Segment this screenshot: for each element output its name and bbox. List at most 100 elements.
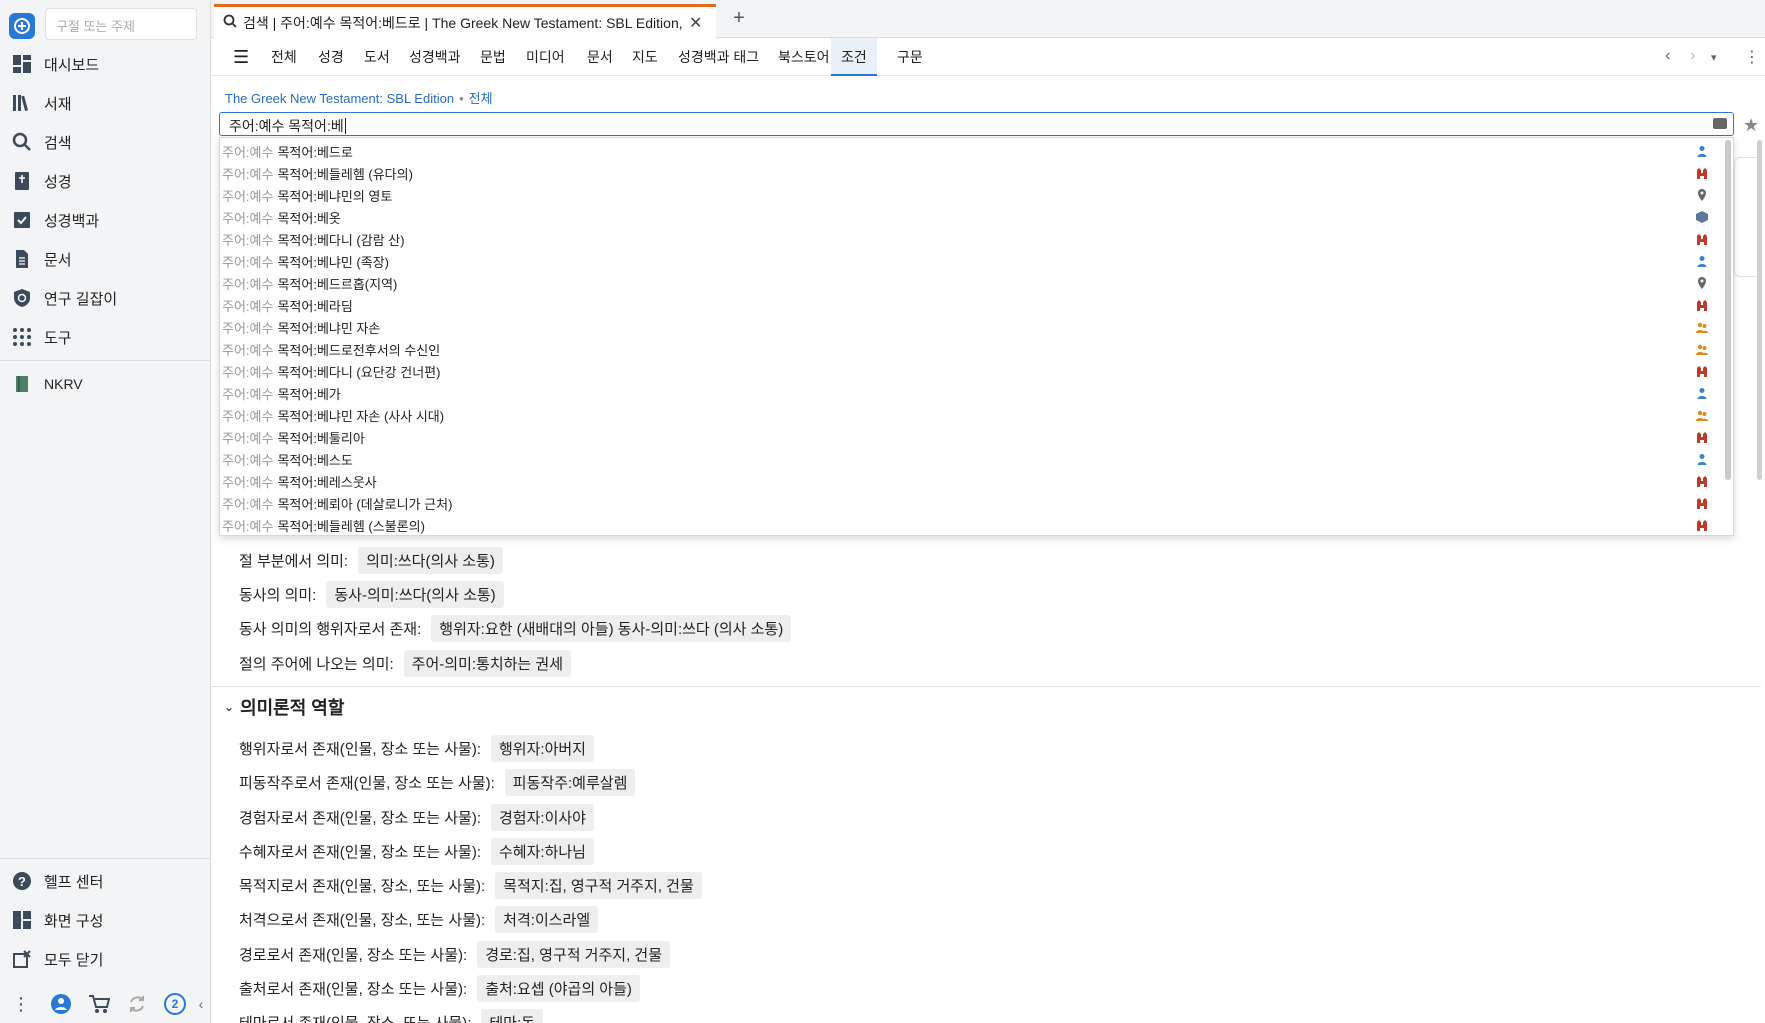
sidebar-item-documents[interactable]: 문서 [0, 241, 211, 277]
suggestion-item[interactable]: 주어:예수 목적어:베가 [220, 382, 1720, 404]
condition-chip[interactable]: 동사-의미:쓰다(의사 소통) [326, 580, 504, 608]
condition-chip[interactable]: 목적지:집, 영구적 거주지, 건물 [495, 871, 702, 899]
suggestion-item[interactable]: 주어:예수 목적어:베냐민 자손 (사사 시대) [220, 404, 1720, 426]
suggestion-text: 목적어:베들레헴 (스불론의) [277, 518, 425, 534]
tab-bible[interactable]: 성경 [308, 38, 354, 76]
breadcrumb-scope-link[interactable]: 전체 [469, 91, 493, 106]
dropdown-scrollbar[interactable] [1725, 140, 1731, 480]
more-vertical-icon[interactable]: ⋮ [0, 985, 42, 1023]
suggestion-prefix: 주어:예수 [222, 210, 274, 226]
tab-bookstore[interactable]: 북스토어 [768, 38, 840, 76]
panel-menu-icon[interactable]: ⋮ [1744, 47, 1760, 67]
condition-chip[interactable]: 주어-의미:통치하는 권세 [403, 649, 572, 677]
document-icon [11, 248, 33, 270]
suggestion-text: 목적어:베들레헴 (유다의) [277, 166, 413, 182]
suggestion-item[interactable]: 주어:예수 목적어:베툴리아 [220, 426, 1720, 448]
sidebar-item-bible[interactable]: 성경 [0, 163, 211, 199]
sidebar-item-layouts[interactable]: 화면 구성 [0, 902, 211, 938]
suggestion-item[interactable]: 주어:예수 목적어:베들레헴 (유다의) [220, 162, 1720, 184]
condition-chip[interactable]: 경험자:이사야 [491, 803, 594, 831]
suggestion-item[interactable]: 주어:예수 목적어:베드로전후서의 수신인 [220, 338, 1720, 360]
search-query-input[interactable]: 주어:예수 목적어:베 [219, 112, 1734, 136]
suggestion-item[interactable]: 주어:예수 목적어:베드로 [220, 140, 1720, 162]
collapse-sidebar-icon[interactable]: ‹ [194, 985, 208, 1023]
suggestion-item[interactable]: 주어:예수 목적어:베스도 [220, 448, 1720, 470]
sidebar-item-library[interactable]: 서재 [0, 85, 211, 121]
condition-chip[interactable]: 행위자:요한 (새배대의 아들) 동사-의미:쓰다 (의사 소통) [431, 614, 792, 642]
location-pin-icon [1696, 277, 1708, 289]
tab-syntax[interactable]: 구문 [887, 38, 933, 76]
suggestion-item[interactable]: 주어:예수 목적어:베들레헴 (스불론의) [220, 514, 1720, 535]
tab-grammar[interactable]: 문법 [470, 38, 516, 76]
favorite-star-icon[interactable]: ★ [1743, 115, 1759, 136]
semantic-roles-heading[interactable]: ⌄ 의미론적 역할 [224, 694, 344, 720]
notifications-badge[interactable]: 2 [156, 985, 194, 1023]
suggestion-text: 목적어:베냐민의 영토 [277, 188, 393, 204]
sidebar-item-label: 화면 구성 [44, 912, 104, 930]
sidebar-item-search[interactable]: 검색 [0, 124, 211, 160]
breadcrumb-separator: • [459, 91, 464, 106]
back-arrow-icon[interactable]: ‹ [1665, 47, 1670, 65]
sidebar-item-close-all[interactable]: 모두 닫기 [0, 941, 211, 977]
svg-text:?: ? [18, 874, 26, 889]
suggestion-item[interactable]: 주어:예수 목적어:베냐민의 영토 [220, 184, 1720, 206]
tab-search[interactable]: 검색 | 주어:예수 목적어:베드로 | The Greek New Testa… [214, 4, 716, 38]
suggestion-item[interactable]: 주어:예수 목적어:베다니 (감람 산) [220, 228, 1720, 250]
history-dropdown-icon[interactable]: ▾ [1711, 51, 1717, 64]
condition-chip[interactable]: 수혜자:하나님 [491, 837, 594, 865]
meaning-row: 동사 의미의 행위자로서 존재: 행위자:요한 (새배대의 아들) 동사-의미:… [239, 614, 792, 642]
suggestion-text: 목적어:베냐민 자손 (사사 시대) [277, 408, 445, 424]
tab-conditions[interactable]: 조건 [831, 38, 877, 76]
layout-icon [11, 909, 33, 931]
new-tab-icon[interactable]: + [729, 8, 749, 28]
account-icon[interactable] [42, 985, 80, 1023]
suggestion-item[interactable]: 주어:예수 목적어:베뢰아 (데살로니가 근처) [220, 492, 1720, 514]
tab-documents[interactable]: 문서 [577, 38, 623, 76]
sidebar-divider [0, 858, 211, 859]
breadcrumb: The Greek New Testament: SBL Edition • 전체 [225, 88, 493, 107]
cart-icon[interactable] [80, 985, 118, 1023]
suggestion-item[interactable]: 주어:예수 목적어:베드르홉(지역) [220, 272, 1720, 294]
person-icon [1696, 453, 1708, 465]
condition-chip[interactable]: 의미:쓰다(의사 소통) [358, 546, 503, 574]
condition-chip[interactable]: 행위자:아버지 [491, 734, 594, 762]
condition-chip[interactable]: 출처:요셉 (야곱의 아들) [477, 974, 640, 1002]
suggestion-text: 목적어:베뢰아 (데살로니가 근처) [277, 496, 453, 512]
keyboard-icon[interactable] [1713, 118, 1727, 129]
sidebar-item-factbook[interactable]: 성경백과 [0, 202, 211, 238]
close-tab-icon[interactable]: ✕ [689, 13, 702, 33]
group-icon [1696, 343, 1708, 355]
sidebar-resource-nkrv[interactable]: NKRV [0, 366, 211, 402]
suggestion-item[interactable]: 주어:예수 목적어:베냐민 (족장) [220, 250, 1720, 272]
condition-chip[interactable]: 경로:집, 영구적 거주지, 건물 [477, 940, 671, 968]
semantic-row: 처격으로서 존재(인물, 장소, 또는 사물): 처격:이스라엘 [239, 905, 599, 933]
condition-chip[interactable]: 테마:돈 [481, 1008, 543, 1023]
tab-books[interactable]: 도서 [354, 38, 400, 76]
row-label: 절 부분에서 의미: [239, 552, 349, 570]
page-scrollbar[interactable] [1757, 140, 1762, 480]
tab-factbook[interactable]: 성경백과 [399, 38, 471, 76]
sync-icon[interactable] [118, 985, 156, 1023]
suggestion-item[interactable]: 주어:예수 목적어:베레스웃사 [220, 470, 1720, 492]
sidebar-item-tools[interactable]: 도구 [0, 319, 211, 355]
suggestion-item[interactable]: 주어:예수 목적어:베옷 [220, 206, 1720, 228]
sidebar-item-guides[interactable]: 연구 길잡이 [0, 280, 211, 316]
tab-factbook-tags[interactable]: 성경백과 태그 [668, 38, 769, 76]
breadcrumb-resource-link[interactable]: The Greek New Testament: SBL Edition [225, 91, 454, 106]
tab-maps[interactable]: 지도 [622, 38, 668, 76]
logos-logo-icon[interactable] [9, 13, 35, 39]
search-icon [11, 131, 33, 153]
sidebar-search-input[interactable]: 구절 또는 주제 [45, 8, 197, 40]
semantic-row: 피동작주로서 존재(인물, 장소 또는 사물): 피동작주:예루살렘 [239, 768, 636, 796]
suggestion-item[interactable]: 주어:예수 목적어:베다니 (요단강 건너편) [220, 360, 1720, 382]
suggestion-item[interactable]: 주어:예수 목적어:베냐민 자손 [220, 316, 1720, 338]
suggestion-item[interactable]: 주어:예수 목적어:베라딤 [220, 294, 1720, 316]
hamburger-menu-icon[interactable]: ☰ [223, 38, 259, 76]
sidebar-item-dashboard[interactable]: 대시보드 [0, 46, 211, 82]
condition-chip[interactable]: 피동작주:예루살렘 [504, 768, 636, 796]
tab-all[interactable]: 전체 [261, 38, 307, 76]
forward-arrow-icon[interactable]: › [1690, 47, 1695, 65]
condition-chip[interactable]: 처격:이스라엘 [495, 905, 599, 933]
tab-media[interactable]: 미디어 [516, 38, 575, 76]
sidebar-item-help-center[interactable]: ? 헬프 센터 [0, 863, 211, 899]
